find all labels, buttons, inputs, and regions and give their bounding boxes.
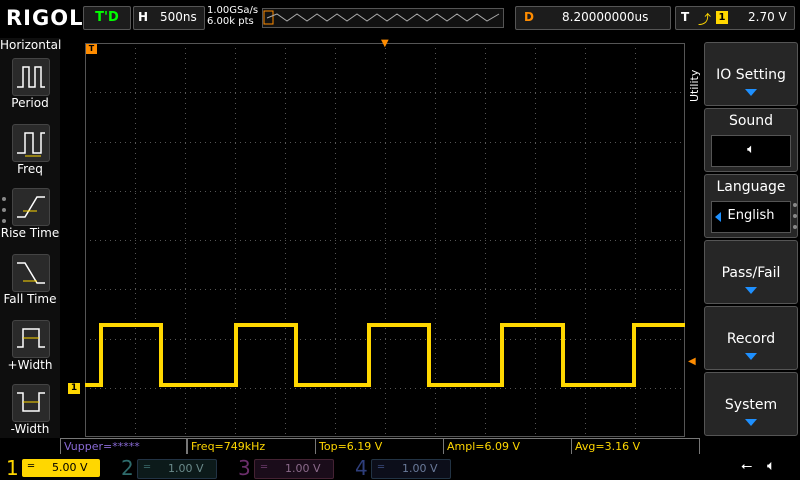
memory-overview — [262, 8, 504, 28]
measure-period-label: Period — [11, 96, 49, 110]
neg-width-icon — [12, 384, 50, 422]
pass-fail-label: Pass/Fail — [721, 265, 781, 281]
ch4-scale: 1.00 V — [402, 462, 438, 475]
ch3-scale-box: ═ 1.00 V — [254, 459, 334, 479]
top-status-bar: RIGOL T'D H 500ns 1.00GSa/s 6.00k pts D … — [0, 0, 800, 38]
ch3-scale: 1.00 V — [285, 462, 321, 475]
ch1-number: 1 — [6, 456, 19, 480]
ch1-scale: 5.00 V — [52, 461, 88, 474]
chevron-down-icon — [745, 287, 757, 294]
ch4-tab[interactable]: 4 ═ 1.00 V — [349, 456, 459, 480]
measure-fall-time[interactable]: Fall Time — [0, 252, 60, 316]
measure-period[interactable]: Period — [0, 56, 60, 120]
speaker-icon: 🔈︎ — [747, 142, 755, 157]
measure-neg-width[interactable]: -Width — [0, 382, 60, 446]
ch2-scale-box: ═ 1.00 V — [137, 459, 217, 479]
channel-bar: 1 ═ 5.00 V 2 ═ 1.00 V 3 ═ 1.00 V 4 ═ 1.0… — [0, 454, 800, 480]
ch1-tab[interactable]: 1 ═ 5.00 V — [0, 456, 110, 480]
timebase-label: H — [138, 10, 149, 24]
ch4-number: 4 — [355, 456, 368, 480]
chevron-down-icon — [745, 419, 757, 426]
measure-freq-label: Freq — [17, 162, 43, 176]
language-button[interactable]: Language English — [704, 174, 798, 238]
dc-coupling-icon: ═ — [261, 462, 268, 473]
delay-value: 8.20000000us — [562, 10, 649, 24]
trigger-position-marker[interactable]: T — [86, 44, 97, 54]
measurement-bar: Vupper=***** Freq=749kHz Top=6.19 V Ampl… — [60, 438, 700, 455]
dc-coupling-icon: ═ — [28, 461, 35, 472]
measure-rise-time-label: Rise Time — [0, 226, 60, 240]
period-icon — [12, 58, 50, 96]
ch2-scale: 1.00 V — [168, 462, 204, 475]
measure-menu-title: Horizontal — [0, 38, 62, 52]
ch3-number: 3 — [238, 456, 251, 480]
meas-avg[interactable]: Avg=3.16 V — [571, 438, 700, 455]
measure-pos-width[interactable]: +Width — [0, 318, 60, 382]
trigger-label: T — [681, 10, 690, 24]
timebase-box[interactable]: H 500ns — [133, 6, 205, 30]
ch2-tab[interactable]: 2 ═ 1.00 V — [115, 456, 225, 480]
sample-rate: 1.00GSa/s — [207, 5, 259, 16]
ch1-ground-marker[interactable]: 1 — [68, 383, 80, 394]
sound-label: Sound — [728, 113, 774, 129]
language-label: Language — [716, 179, 786, 195]
waveform-display[interactable] — [85, 43, 685, 437]
utility-tab[interactable]: Utility — [688, 62, 702, 102]
ch3-tab[interactable]: 3 ═ 1.00 V — [232, 456, 342, 480]
delay-label: D — [524, 10, 534, 24]
chevron-down-icon — [745, 353, 757, 360]
measure-pos-width-label: +Width — [7, 358, 53, 372]
io-setting-label: IO Setting — [716, 67, 786, 83]
measure-fall-time-label: Fall Time — [3, 292, 57, 306]
system-button[interactable]: System — [704, 372, 798, 436]
measure-freq[interactable]: Freq — [0, 122, 60, 186]
rigol-logo: RIGOL — [6, 6, 84, 30]
pos-width-icon — [12, 320, 50, 358]
ch1-scale-box: ═ 5.00 V — [22, 459, 100, 477]
speaker-icon: 🔈︎ — [767, 458, 776, 474]
rising-edge-icon: ⤴ — [698, 13, 712, 28]
trigger-level: 2.70 V — [748, 10, 787, 24]
record-label: Record — [726, 331, 776, 347]
trigger-status-badge: T'D — [83, 6, 131, 30]
meas-vupper[interactable]: Vupper=***** — [60, 438, 187, 455]
sound-value-box: 🔈︎ — [711, 135, 791, 167]
io-setting-button[interactable]: IO Setting — [704, 42, 798, 106]
measure-neg-width-label: -Width — [10, 422, 50, 436]
trigger-source: 1 — [716, 11, 728, 24]
page-dots-left — [2, 197, 6, 230]
rise-time-icon — [12, 188, 50, 226]
meas-freq[interactable]: Freq=749kHz — [187, 438, 316, 455]
trigger-level-arrow-icon[interactable]: ◀ — [688, 356, 696, 367]
utility-menu: IO Setting Sound 🔈︎ Language English Pas… — [704, 38, 800, 438]
language-value-box: English — [711, 201, 791, 233]
sound-button[interactable]: Sound 🔈︎ — [704, 108, 798, 172]
language-value: English — [727, 208, 775, 223]
dc-coupling-icon: ═ — [378, 462, 385, 473]
timebase-value: 500ns — [160, 10, 197, 24]
measure-rise-time[interactable]: Rise Time — [0, 186, 60, 250]
pass-fail-button[interactable]: Pass/Fail — [704, 240, 798, 304]
trigger-position-arrow-icon: ▼ — [381, 38, 389, 49]
dc-coupling-icon: ═ — [144, 462, 151, 473]
memory-depth: 6.00k pts — [207, 16, 254, 27]
trigger-box[interactable]: T ⤴ 1 2.70 V — [675, 6, 795, 30]
memory-waveform-icon — [263, 10, 500, 25]
ch4-scale-box: ═ 1.00 V — [371, 459, 451, 479]
meas-ampl[interactable]: Ampl=6.09 V — [443, 438, 572, 455]
meas-top[interactable]: Top=6.19 V — [315, 438, 444, 455]
freq-icon — [12, 124, 50, 162]
delay-box[interactable]: D 8.20000000us — [515, 6, 671, 30]
ch2-number: 2 — [121, 456, 134, 480]
record-button[interactable]: Record — [704, 306, 798, 370]
measure-menu: Horizontal Period Freq Rise Time Fall Ti… — [0, 38, 62, 438]
system-label: System — [724, 397, 778, 413]
sample-info: 1.00GSa/s 6.00k pts — [207, 5, 258, 27]
chevron-down-icon — [745, 89, 757, 96]
fall-time-icon — [12, 254, 50, 292]
usb-icon: ⭠ — [741, 458, 753, 474]
page-dots-right — [793, 203, 797, 236]
